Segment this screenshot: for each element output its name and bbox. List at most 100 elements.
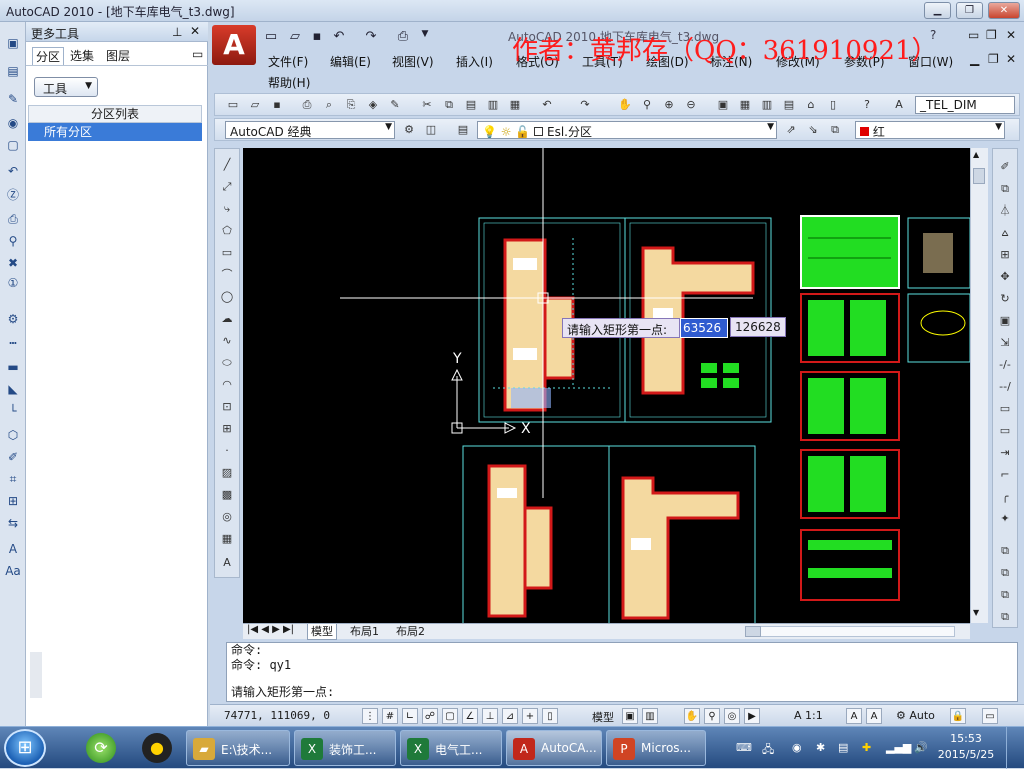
scale-icon[interactable]: ▣ [997, 313, 1013, 329]
construction-line-icon[interactable]: ⤢ [219, 179, 235, 195]
scroll-down-icon[interactable]: ▼ [973, 608, 979, 617]
tab-selection[interactable]: 选集 [70, 47, 94, 64]
plot-quick-icon[interactable]: ⎙ [394, 29, 412, 47]
stretch-icon[interactable]: ⇆ [4, 514, 22, 532]
workspace-settings-icon[interactable]: ⚙ [401, 122, 417, 138]
move-icon[interactable]: ✥ [997, 269, 1013, 285]
hexagon-icon[interactable]: ⬡ [4, 426, 22, 444]
app-minimize-icon[interactable]: ▭ [968, 28, 979, 42]
publish-icon[interactable]: ⎘ [343, 97, 359, 113]
menu-view[interactable]: 视图(V) [392, 53, 434, 70]
zoom-window-icon[interactable]: ⊕ [661, 97, 677, 113]
layer-icon[interactable]: ▤ [4, 62, 22, 80]
osnap-icon[interactable]: ▢ [442, 708, 458, 724]
draworder-above-icon[interactable]: ⧉ [997, 587, 1013, 603]
etransmit-icon[interactable]: ✎ [387, 97, 403, 113]
break-icon[interactable]: ▭ [997, 423, 1013, 439]
coordinate-display[interactable]: 74771, 111069, 0 [224, 709, 330, 722]
new-icon[interactable]: ▭ [225, 97, 241, 113]
doc-restore-icon[interactable]: ❐ [988, 52, 999, 66]
taskbar-powerpoint[interactable]: P Micros... [606, 730, 706, 766]
steering-wheel-icon[interactable]: ◎ [724, 708, 740, 724]
properties-icon[interactable]: ▣ [715, 97, 731, 113]
scroll-thumb[interactable] [973, 168, 985, 184]
undo-quick-icon[interactable]: ↶ [330, 29, 348, 47]
draworder-under-icon[interactable]: ⧉ [997, 609, 1013, 625]
box-icon[interactable]: ▢ [4, 136, 22, 154]
plot-icon[interactable]: ⎙ [299, 97, 315, 113]
vertical-scrollbar[interactable]: ▲ ▼ [970, 148, 988, 623]
hatch-icon[interactable]: ▨ [219, 465, 235, 481]
lineweight-icon[interactable]: + [522, 708, 538, 724]
layout-list-icon[interactable]: ▥ [642, 708, 658, 724]
break-point-icon[interactable]: ▭ [997, 401, 1013, 417]
clipboard-icon[interactable]: ▤ [838, 741, 848, 754]
security-icon[interactable]: ◉ [792, 741, 802, 754]
menu-edit[interactable]: 编辑(E) [330, 53, 371, 70]
layout-view-icon[interactable]: ▣ [622, 708, 638, 724]
text-style-icon[interactable]: Aa [4, 562, 22, 580]
app-restore-icon[interactable]: ❐ [986, 28, 997, 42]
line-tool-icon[interactable]: ╱ [219, 157, 235, 173]
design-center-icon[interactable]: ▦ [737, 97, 753, 113]
palette-scroll-handle[interactable] [30, 652, 42, 698]
point-icon[interactable]: · [219, 443, 235, 459]
zoom-previous-icon[interactable]: ⊖ [683, 97, 699, 113]
signal-icon[interactable]: ▂▄▆ [886, 741, 911, 754]
redo-quick-icon[interactable]: ↷ [362, 29, 380, 47]
dyn-icon[interactable]: ⊿ [502, 708, 518, 724]
undo-tb-icon[interactable]: ↶ [539, 97, 555, 113]
tab-partition[interactable]: 分区 [32, 47, 65, 65]
gradient-icon[interactable]: ▩ [219, 487, 235, 503]
workspace-save-icon[interactable]: ◫ [423, 122, 439, 138]
lock-status-icon[interactable]: 🔒 [950, 708, 966, 724]
line-icon[interactable]: ┅ [4, 334, 22, 352]
open-file-icon[interactable]: ▱ [286, 29, 304, 47]
snap-icon[interactable]: ⋮ [362, 708, 378, 724]
palette-close-icon[interactable]: ✕ [190, 24, 200, 38]
make-block-icon[interactable]: ⊞ [219, 421, 235, 437]
workspace-switch[interactable]: ⚙ Auto [896, 709, 935, 722]
tab-model[interactable]: 模型 [307, 624, 337, 640]
erase-tool-icon[interactable]: ✐ [997, 159, 1013, 175]
start-button[interactable]: ⊞ [4, 729, 46, 767]
fill-icon[interactable]: ▬ [4, 358, 22, 376]
qq-icon[interactable]: ● [142, 733, 172, 763]
grid-mode-icon[interactable]: # [382, 708, 398, 724]
ellipse-icon[interactable]: ⬭ [219, 355, 235, 371]
clean-screen-icon[interactable]: ▭ [982, 708, 998, 724]
scroll-up-icon[interactable]: ▲ [973, 150, 979, 159]
command-window[interactable]: 命令: 命令: qy1 请输入矩形第一点: [226, 642, 1018, 702]
zoom-icon[interactable]: Ⓩ [4, 186, 22, 204]
zoom-status-icon[interactable]: ⚲ [704, 708, 720, 724]
save-tb-icon[interactable]: ▪ [269, 97, 285, 113]
pan-status-icon[interactable]: ✋ [684, 708, 700, 724]
ducs-icon[interactable]: ⊥ [482, 708, 498, 724]
revcloud-icon[interactable]: ☁ [219, 311, 235, 327]
rectangle-icon[interactable]: ▭ [219, 245, 235, 261]
volume-icon[interactable]: 🔊 [914, 741, 928, 754]
close-button[interactable]: ✕ [988, 2, 1020, 19]
otrack-icon[interactable]: ∠ [462, 708, 478, 724]
grid-icon[interactable]: ⊞ [4, 492, 22, 510]
auto-scale-icon[interactable]: A [866, 708, 882, 724]
erase-icon[interactable]: ✖ [4, 254, 22, 272]
polyline-icon[interactable]: ⤷ [219, 201, 235, 217]
text-style-combo[interactable]: _TEL_DIM [915, 96, 1015, 114]
hscroll-thumb[interactable] [745, 626, 761, 637]
layer-combo[interactable]: 💡 ☼ 🔓 Esl.分区 ▼ [477, 121, 777, 139]
tab-layer[interactable]: 图层 [106, 47, 130, 64]
wedge-icon[interactable]: ◣ [4, 380, 22, 398]
pan-icon[interactable]: ✋ [617, 97, 633, 113]
palette-icon[interactable]: ▣ [4, 34, 22, 52]
region-icon[interactable]: ◎ [219, 509, 235, 525]
preview-icon[interactable]: ⌕ [321, 97, 337, 113]
draworder-back-icon[interactable]: ⧉ [997, 565, 1013, 581]
eye-icon[interactable]: ◉ [4, 114, 22, 132]
mirror-icon[interactable]: ⏃ [997, 203, 1013, 219]
color-combo[interactable]: 红 ▼ [855, 121, 1005, 139]
doc-minimize-icon[interactable]: ▁ [970, 52, 979, 66]
model-space-label[interactable]: 模型 [592, 709, 614, 725]
polygon-icon[interactable]: ⬠ [219, 223, 235, 239]
tool-icon[interactable]: ✎ [4, 90, 22, 108]
